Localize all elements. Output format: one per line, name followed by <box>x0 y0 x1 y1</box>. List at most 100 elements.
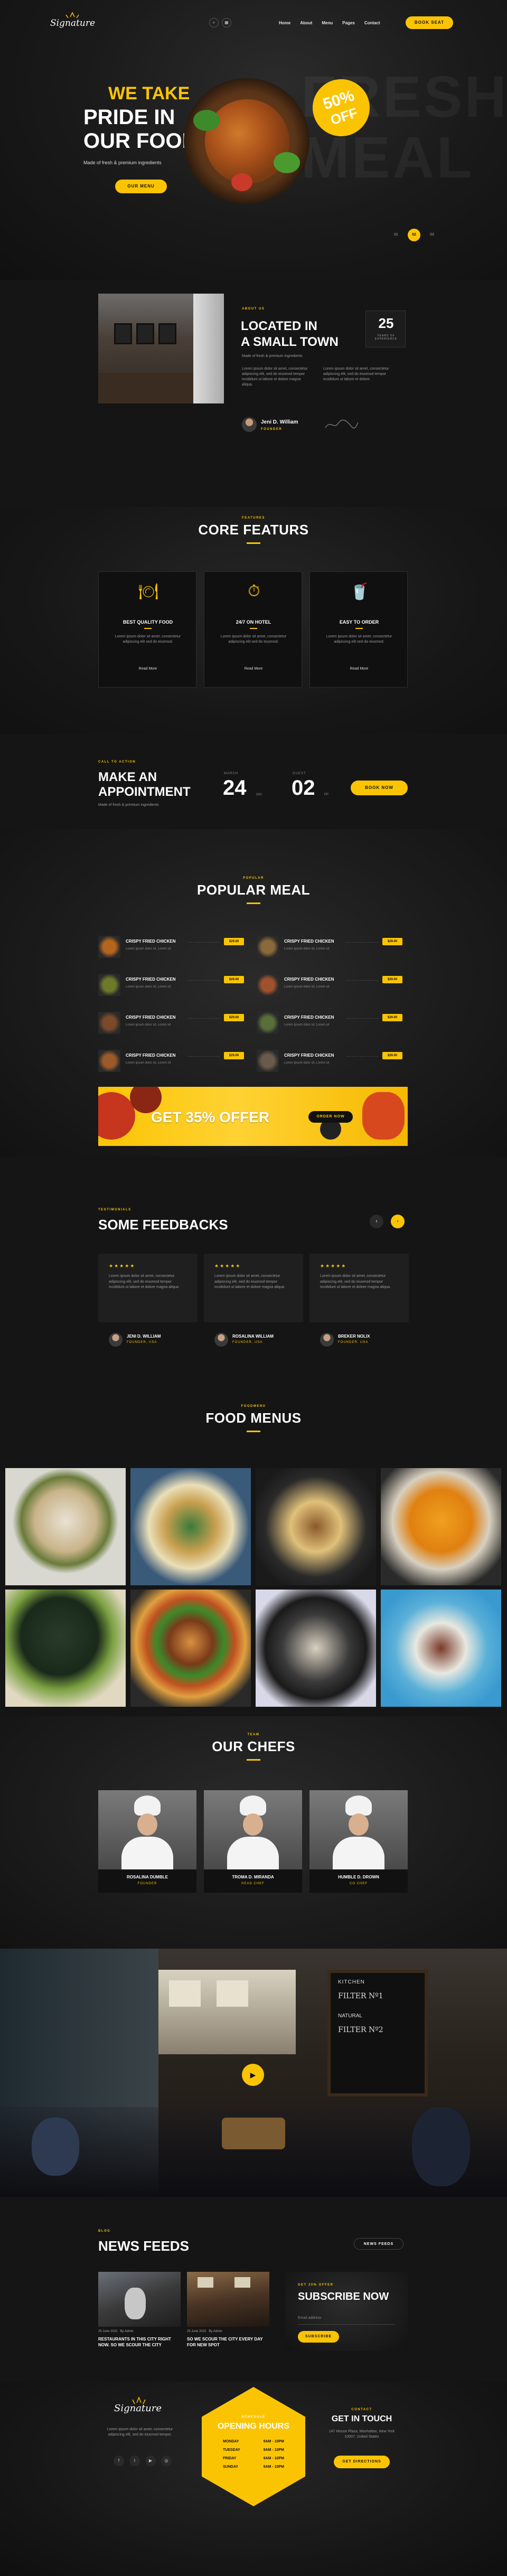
rating-stars: ★★★★★ <box>320 1263 347 1268</box>
news-post-2-title[interactable]: SO WE SCOUR THE CITY EVERY DAY FOR NEW S… <box>187 2336 269 2348</box>
hero-food-plate <box>184 78 309 204</box>
features-title: CORE FEATURS <box>198 522 309 538</box>
date-label: MARCH <box>224 772 238 775</box>
nav-item-contact[interactable]: Contact <box>364 21 380 27</box>
dotted-leader <box>188 980 220 981</box>
feature-read-more[interactable]: Read More <box>99 667 197 671</box>
meal-description: Lorem ipsum dolor sit, Lorem sit <box>284 1061 330 1065</box>
news-post-2-meta: 25 June 2022 By Admin <box>187 2330 222 2333</box>
chef-info: HUMBLE D. DROWN CO CHEF <box>309 1869 408 1893</box>
meal-name: CRISPY FRIED CHICKEN <box>126 1015 176 1020</box>
news-tag: BLOG <box>98 2230 111 2233</box>
get-directions-button[interactable]: GET DIRECTIONS <box>334 2456 390 2468</box>
logo-text: Signature <box>50 18 96 29</box>
chef-info: TROMA D. MIRANDA HEAD CHEF <box>204 1869 302 1893</box>
menu-grid-button[interactable]: ▦ <box>222 18 231 27</box>
offer-text: GET 35% OFFER <box>151 1109 270 1125</box>
news-feeds-button[interactable]: NEWS FEEDS <box>354 2238 403 2250</box>
dotted-leader <box>346 942 378 943</box>
rating-stars: ★★★★★ <box>109 1263 136 1268</box>
footer-logo[interactable]: Signature <box>114 2395 162 2420</box>
slide-03[interactable]: 03 <box>426 229 438 241</box>
feature-read-more[interactable]: Read More <box>310 667 408 671</box>
nav-item-home[interactable]: Home <box>279 21 290 27</box>
footer-logo-text: Signature <box>114 2403 162 2414</box>
founder-role: FOUNDER <box>261 428 283 431</box>
food-menus-heading: FOODMENU FOOD MENUS <box>0 1405 507 1432</box>
order-now-button[interactable]: ORDER NOW <box>308 1111 353 1123</box>
youtube-icon[interactable]: ▶ <box>145 2456 156 2466</box>
nav-item-menu[interactable]: Menu <box>322 21 333 27</box>
food-gallery-item[interactable] <box>381 1468 501 1585</box>
our-menu-button[interactable]: OUR MENU <box>115 180 167 193</box>
chefs-title: OUR CHEFS <box>212 1738 295 1754</box>
chef-hat-icon <box>240 1795 266 1816</box>
delivery-icon: ⏱ <box>248 582 260 600</box>
feature-text: Lorem ipsum dolor sit amet, consectetur … <box>326 635 392 644</box>
feature-card-2: ⏱ 24/7 ON HOTEL Lorem ipsum dolor sit am… <box>204 571 302 688</box>
food-gallery-item[interactable] <box>256 1468 376 1585</box>
meal-name: CRISPY FRIED CHICKEN <box>284 977 334 982</box>
appointment-title-line1: MAKE AN <box>98 770 157 784</box>
meal-price: $29.00 <box>382 1014 402 1021</box>
avatar <box>214 1333 228 1347</box>
search-button[interactable]: ⌕ <box>209 18 219 27</box>
food-gallery-item[interactable] <box>130 1468 251 1585</box>
chef-info: ROSALINA DUMBLE FOUNDER <box>98 1869 196 1893</box>
meal-name: CRISPY FRIED CHICKEN <box>126 939 176 944</box>
meal-description: Lorem ipsum dolor sit, Lorem sit <box>126 1023 171 1027</box>
signature-image <box>323 417 360 432</box>
news-post-2-image[interactable] <box>187 2272 269 2327</box>
subscribe-email-input[interactable]: Email address <box>298 2312 395 2325</box>
appointment-subtitle: Made of fresh & premium ingredients <box>98 803 159 807</box>
play-video-button[interactable]: ▶ <box>242 2064 264 2086</box>
food-gallery-item[interactable] <box>5 1468 126 1585</box>
nav-item-pages[interactable]: Pages <box>342 21 355 27</box>
about-paragraph-2: Lorem ipsum dolor sit amet, consectetur … <box>323 367 389 382</box>
news-post-1-title[interactable]: RESTAURANTS IN THIS CITY RIGHT NOW. SO W… <box>98 2336 181 2348</box>
news-date: 25 June 2022 <box>187 2330 206 2333</box>
slide-01[interactable]: 01 <box>390 229 402 241</box>
prev-arrow-button[interactable]: ‹ <box>370 1215 383 1228</box>
meal-image <box>98 974 120 996</box>
feedback-text: Lorem ipsum dolor sit amet, consectetur … <box>320 1274 391 1289</box>
meal-name: CRISPY FRIED CHICKEN <box>284 939 334 944</box>
feedback-tag: TESTIMONIALS <box>98 1208 132 1211</box>
popular-tag: POPULAR <box>243 877 264 880</box>
book-now-button[interactable]: BOOK NOW <box>351 781 408 795</box>
subscribe-button[interactable]: SUBSCRIBE <box>298 2331 339 2343</box>
founder-avatar <box>242 417 257 432</box>
facebook-icon[interactable]: f <box>114 2456 124 2466</box>
meal-description: Lorem ipsum dolor sit, Lorem sit <box>284 1023 330 1027</box>
contact-title: GET IN TOUCH <box>331 2414 392 2423</box>
food-menus-tag: FOODMENU <box>241 1405 266 1408</box>
meal-description: Lorem ipsum dolor sit, Lorem sit <box>126 985 171 989</box>
twitter-icon[interactable]: t <box>129 2456 140 2466</box>
chef-photo <box>204 1790 302 1869</box>
news-post-1-image[interactable] <box>98 2272 181 2327</box>
logo[interactable]: Signature <box>50 12 96 33</box>
nav-item-about[interactable]: About <box>300 21 312 27</box>
feedback-title: SOME FEEDBACKS <box>98 1217 228 1233</box>
date-picker[interactable]: MARCH 24 JAN <box>222 772 269 809</box>
food-gallery-item[interactable] <box>381 1590 501 1707</box>
heading-divider <box>247 1759 260 1761</box>
chef-role: HEAD CHEF <box>241 1882 265 1885</box>
news-title: NEWS FEEDS <box>98 2238 189 2254</box>
book-seat-button[interactable]: BOOK SEAT <box>406 16 453 29</box>
news-date: 25 June 2022 <box>98 2330 118 2333</box>
slide-02[interactable]: 02 <box>408 229 420 241</box>
feature-text: Lorem ipsum dolor sit amet, consectetur … <box>115 635 181 644</box>
meal-name: CRISPY FRIED CHICKEN <box>284 1015 334 1020</box>
next-arrow-button[interactable]: › <box>391 1215 405 1228</box>
meal-name: CRISPY FRIED CHICKEN <box>284 1053 334 1058</box>
food-gallery-item[interactable] <box>256 1590 376 1707</box>
food-gallery-item[interactable] <box>5 1590 126 1707</box>
instagram-icon[interactable]: ◎ <box>161 2456 172 2466</box>
feature-name: BEST QUALITY FOOD <box>123 619 173 625</box>
food-gallery-item[interactable] <box>130 1590 251 1707</box>
feature-read-more[interactable]: Read More <box>204 667 303 671</box>
meal-image <box>257 936 279 958</box>
food-menus-title: FOOD MENUS <box>205 1410 302 1426</box>
guest-picker[interactable]: GUEST 02 PP <box>290 772 338 809</box>
